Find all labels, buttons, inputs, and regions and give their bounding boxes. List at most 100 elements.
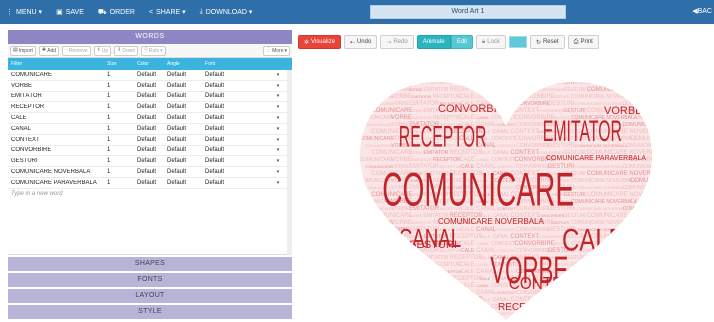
table-row[interactable]: CONVORBIRE 1 Default Default Default ▾ [8,146,292,157]
menu-button[interactable]: ⋮ MENU ▾ [6,8,42,16]
import-button[interactable]: ▤ Import [10,45,36,56]
angle-cell[interactable]: Default [164,93,202,99]
visualize-button[interactable]: ✲ Visualize [298,35,341,49]
edit-tab[interactable]: Edit [450,35,474,49]
font-cell[interactable]: Default [202,104,272,110]
add-button[interactable]: ✚ Add [38,45,60,56]
column-header-font[interactable]: Font [202,61,272,67]
layout-section-header[interactable]: LAYOUT [8,289,292,303]
size-cell[interactable]: 1 [104,72,134,78]
color-cell[interactable]: Default [134,169,164,175]
undo-button[interactable]: ⇠ Undo [343,35,378,49]
word-cell[interactable]: VORBE [8,83,104,89]
table-row[interactable]: COMUNICARE 1 Default Default Default ▾ [8,70,292,81]
lock-button[interactable]: 🔒︎ Lock [476,35,506,49]
remove-button[interactable]: − Remove [62,45,91,56]
chevron-down-icon[interactable]: ▾ [272,104,284,110]
style-section-header[interactable]: STYLE [8,305,292,319]
word-cell[interactable]: COMUNICARE PARAVERBALĂ [8,180,104,186]
order-button[interactable]: ⛟ ORDER [98,8,135,17]
color-cell[interactable]: Default [134,180,164,186]
column-header-angle[interactable]: Angle [164,61,202,67]
chevron-down-icon[interactable]: ▾ [272,115,284,121]
angle-cell[interactable]: Default [164,115,202,121]
table-row[interactable]: VORBE 1 Default Default Default ▾ [8,81,292,92]
font-cell[interactable]: Default [202,158,272,164]
font-cell[interactable]: Default [202,169,272,175]
color-cell[interactable]: Default [134,93,164,99]
angle-cell[interactable]: Default [164,180,202,186]
column-header-color[interactable]: Color [134,61,164,67]
chevron-down-icon[interactable]: ▾ [272,137,284,143]
more-button[interactable]: ⋮ More ▾ [263,45,290,56]
color-cell[interactable]: Default [134,83,164,89]
new-word-input[interactable]: Type in a new word [8,189,292,199]
size-cell[interactable]: 1 [104,158,134,164]
angle-cell[interactable]: Default [164,137,202,143]
table-row[interactable]: COMUNICARE PARAVERBALĂ 1 Default Default Def… [8,178,292,189]
size-cell[interactable]: 1 [104,180,134,186]
column-header-size[interactable]: Size [104,61,134,67]
chevron-down-icon[interactable]: ▾ [272,158,284,164]
color-cell[interactable]: Default [134,158,164,164]
color-swatch[interactable] [508,36,527,48]
color-cell[interactable]: Default [134,115,164,121]
size-cell[interactable]: 1 [104,83,134,89]
table-scrollbar[interactable] [287,70,292,255]
angle-cell[interactable]: Default [164,72,202,78]
word-cell[interactable]: CONTEXT [8,137,104,143]
word-cell[interactable]: COMUNICARE [8,72,104,78]
back-button[interactable]: ◀BAC [692,0,714,24]
color-cell[interactable]: Default [134,147,164,153]
download-button[interactable]: ⤓ DOWNLOAD ▾ [200,8,253,16]
table-row[interactable]: GESTURI 1 Default Default Default ▾ [8,156,292,168]
shapes-section-header[interactable]: SHAPES [8,257,292,271]
chevron-down-icon[interactable]: ▾ [272,147,284,153]
share-button[interactable]: < SHARE ▾ [149,8,186,17]
word-cell[interactable]: CALE [8,115,104,121]
font-cell[interactable]: Default [202,126,272,132]
table-row[interactable]: CANAL 1 Default Default Default ▾ [8,124,292,135]
table-row[interactable]: RECEPTOR 1 Default Default Default ▾ [8,102,292,114]
table-row[interactable]: CALE 1 Default Default Default ▾ [8,113,292,124]
word-cell[interactable]: COMUNICARE NOVERBALĂ [8,169,104,175]
font-cell[interactable]: Default [202,93,272,99]
animate-tab[interactable]: Animate [416,35,451,49]
angle-cell[interactable]: Default [164,169,202,175]
size-cell[interactable]: 1 [104,104,134,110]
color-cell[interactable]: Default [134,137,164,143]
fonts-section-header[interactable]: FONTS [8,273,292,287]
column-header-filter[interactable]: Filter [8,61,104,67]
font-cell[interactable]: Default [202,147,272,153]
angle-cell[interactable]: Default [164,158,202,164]
font-cell[interactable]: Default [202,137,272,143]
font-cell[interactable]: Default [202,83,272,89]
size-cell[interactable]: 1 [104,169,134,175]
save-button[interactable]: ▣ SAVE [56,8,84,17]
font-cell[interactable]: Default [202,72,272,78]
word-cell[interactable]: GESTURI [8,158,104,164]
move-up-button[interactable]: ⬆ Up [93,45,112,56]
rule-button[interactable]: ⚲ Rule ▾ [141,45,166,56]
chevron-down-icon[interactable]: ▾ [272,169,284,175]
table-row[interactable]: COMUNICARE NOVERBALĂ 1 Default Default Defau… [8,167,292,178]
size-cell[interactable]: 1 [104,115,134,121]
table-row[interactable]: EMITĂTOR 1 Default Default Default ▾ [8,92,292,103]
color-cell[interactable]: Default [134,104,164,110]
chevron-down-icon[interactable]: ▾ [272,83,284,89]
size-cell[interactable]: 1 [104,137,134,143]
angle-cell[interactable]: Default [164,147,202,153]
artwork-title-input[interactable]: Word Art 1 [370,5,566,19]
size-cell[interactable]: 1 [104,126,134,132]
color-cell[interactable]: Default [134,126,164,132]
color-cell[interactable]: Default [134,72,164,78]
word-cell[interactable]: CONVORBIRE [8,147,104,153]
font-cell[interactable]: Default [202,115,272,121]
words-panel-header[interactable]: WORDS [8,30,292,44]
angle-cell[interactable]: Default [164,126,202,132]
redo-button[interactable]: ⇢ Redo [380,35,414,49]
table-row[interactable]: CONTEXT 1 Default Default Default ▾ [8,135,292,146]
word-cloud-canvas[interactable]: COMUNICAREVORBE EMITATOR RECEPTOR CALE CANAL… [298,52,714,322]
word-cell[interactable]: CANAL [8,126,104,132]
chevron-down-icon[interactable]: ▾ [272,180,284,186]
